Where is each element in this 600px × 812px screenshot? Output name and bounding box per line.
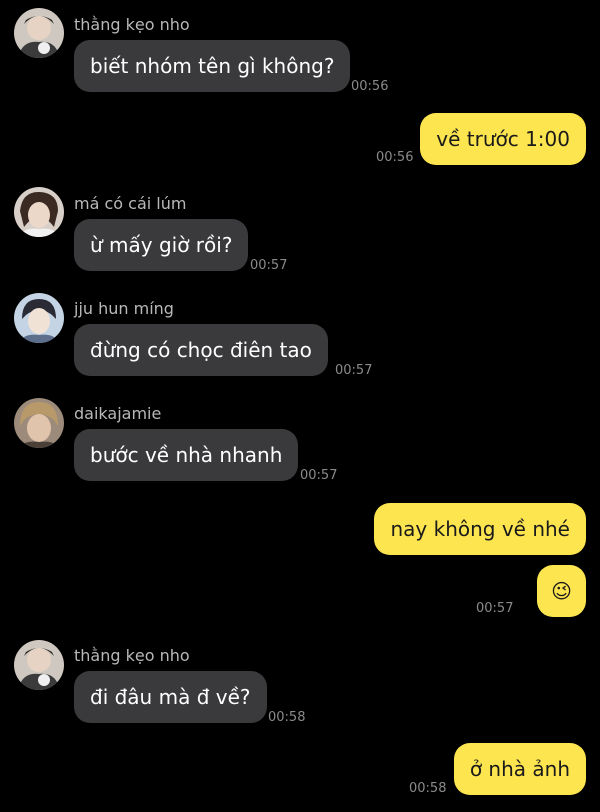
message-timestamp: 00:57 <box>250 258 288 273</box>
message-timestamp: 00:56 <box>376 150 414 165</box>
wink-emoji-icon[interactable]: 😉 <box>537 565 586 617</box>
avatar-ma-co-cai-lum[interactable] <box>14 187 64 237</box>
message-timestamp: 00:57 <box>300 468 338 483</box>
message-bubble-outgoing[interactable]: ở nhà ảnh <box>453 743 586 795</box>
message-bubble-outgoing[interactable]: nay không về nhé <box>374 503 586 555</box>
message-timestamp: 00:57 <box>476 601 514 616</box>
sender-name: thằng kẹo nho <box>74 646 190 665</box>
message-timestamp: 00:58 <box>268 710 306 725</box>
avatar-thang-keo-nho[interactable] <box>14 8 64 58</box>
sender-name: jju hun míng <box>74 299 174 318</box>
avatar-daikajamie[interactable] <box>14 398 64 448</box>
sender-name: thằng kẹo nho <box>74 15 190 34</box>
avatar-thang-keo-nho[interactable] <box>14 640 64 690</box>
message-bubble[interactable]: biết nhóm tên gì không? <box>74 40 351 92</box>
message-bubble[interactable]: đừng có chọc điên tao <box>74 324 328 376</box>
avatar-jju-hun-ming[interactable] <box>14 293 64 343</box>
message-bubble-outgoing[interactable]: về trước 1:00 <box>420 113 586 165</box>
message-timestamp: 00:58 <box>409 781 447 796</box>
message-bubble[interactable]: đi đâu mà đ về? <box>74 671 267 723</box>
message-bubble[interactable]: ừ mấy giờ rồi? <box>74 219 249 271</box>
message-timestamp: 00:57 <box>335 363 373 378</box>
sender-name: má có cái lúm <box>74 194 187 213</box>
message-timestamp: 00:56 <box>351 79 389 94</box>
sender-name: daikajamie <box>74 404 162 423</box>
message-bubble[interactable]: bước về nhà nhanh <box>74 429 299 481</box>
